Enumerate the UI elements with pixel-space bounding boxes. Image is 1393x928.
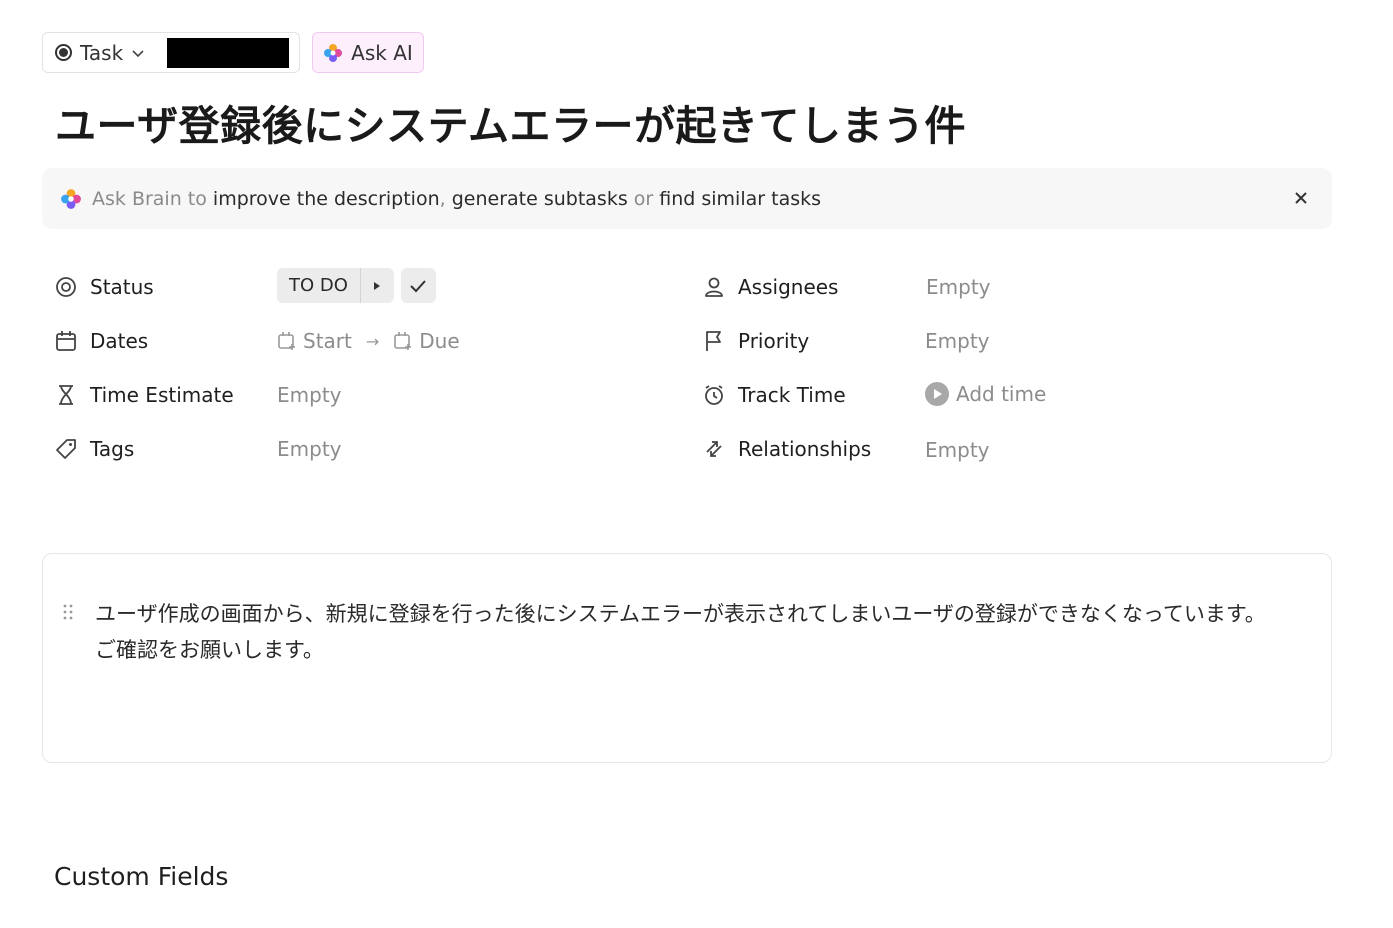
assignees-property: Assignees	[702, 267, 838, 307]
task-type-dropdown[interactable]: Task	[42, 32, 301, 73]
status-icon	[54, 275, 78, 299]
relationships-property: Relationships	[702, 429, 871, 469]
tags-value[interactable]: Empty	[277, 437, 342, 461]
close-banner-icon[interactable]	[1290, 187, 1312, 209]
banner-or: or	[633, 187, 654, 210]
redacted-task-id	[167, 37, 290, 68]
tags-property: Tags	[54, 429, 134, 469]
improve-description-link[interactable]: improve the description	[213, 188, 440, 210]
task-type-label: Task	[80, 40, 124, 65]
find-similar-tasks-link[interactable]: find similar tasks	[659, 188, 821, 210]
status-pill[interactable]: TO DO	[277, 268, 394, 303]
chevron-down-icon	[132, 49, 144, 57]
generate-subtasks-link[interactable]: generate subtasks	[452, 188, 628, 210]
play-icon	[925, 382, 949, 406]
status-text: TO DO	[277, 268, 361, 303]
relationships-value[interactable]: Empty	[925, 438, 990, 462]
flag-icon	[702, 329, 726, 353]
task-toolbar: Task Ask AI	[42, 32, 424, 73]
assignees-label: Assignees	[738, 275, 839, 299]
priority-value[interactable]: Empty	[925, 329, 990, 353]
description-text[interactable]: ユーザ作成の画面から、新規に登録を行った後にシステムエラーが表示されてしまいユー…	[95, 596, 1285, 668]
priority-property: Priority	[702, 321, 809, 361]
brain-sparkle-icon	[324, 43, 343, 62]
banner-separator: ,	[439, 187, 446, 210]
task-properties: Status TO DO Dates Start → Due Time Esti…	[54, 262, 1154, 482]
tags-label: Tags	[90, 437, 135, 461]
description-box[interactable]: ユーザ作成の画面から、新規に登録を行った後にシステムエラーが表示されてしまいユー…	[42, 553, 1332, 763]
next-status-icon[interactable]	[361, 268, 394, 303]
due-date[interactable]: Due	[393, 329, 460, 353]
priority-label: Priority	[738, 329, 810, 353]
stopwatch-icon	[702, 383, 726, 407]
status-value: TO DO	[277, 268, 436, 303]
custom-fields-heading: Custom Fields	[54, 862, 229, 891]
arrow-right-icon: →	[365, 331, 380, 351]
time-estimate-value[interactable]: Empty	[277, 383, 342, 407]
calendar-icon	[54, 329, 78, 353]
dates-value: Start → Due	[277, 329, 460, 353]
time-estimate-property: Time Estimate	[54, 375, 234, 415]
assignees-value[interactable]: Empty	[926, 275, 991, 299]
hourglass-icon	[54, 383, 78, 407]
calendar-add-icon	[278, 332, 295, 350]
brain-sparkle-icon	[61, 188, 81, 209]
add-time-button[interactable]: Add time	[925, 382, 1046, 406]
dates-label: Dates	[90, 329, 149, 353]
ask-brain-text: Ask Brain to improve the description, ge…	[92, 188, 821, 210]
tag-icon	[54, 437, 78, 461]
time-estimate-label: Time Estimate	[90, 383, 234, 407]
ask-brain-prefix: Ask Brain to	[92, 187, 207, 210]
ask-brain-banner: Ask Brain to improve the description, ge…	[42, 168, 1332, 229]
status-label: Status	[90, 275, 154, 299]
status-property: Status	[54, 267, 154, 307]
relationships-icon	[702, 437, 726, 461]
start-date[interactable]: Start	[277, 329, 352, 353]
complete-check-button[interactable]	[400, 268, 436, 303]
check-icon	[410, 279, 427, 292]
user-icon	[702, 275, 726, 299]
add-time-label: Add time	[956, 382, 1047, 406]
task-title[interactable]: ユーザ登録後にシステムエラーが起きてしまう件	[55, 92, 966, 152]
ask-ai-label: Ask AI	[351, 40, 413, 65]
calendar-add-icon	[394, 332, 412, 350]
track-time-label: Track Time	[738, 383, 846, 407]
dates-property: Dates	[54, 321, 148, 361]
relationships-label: Relationships	[738, 437, 872, 461]
due-date-label: Due	[419, 329, 460, 353]
task-type-icon	[55, 44, 72, 61]
track-time-property: Track Time	[702, 375, 846, 415]
start-date-label: Start	[303, 329, 352, 353]
ask-ai-button[interactable]: Ask AI	[312, 32, 424, 73]
drag-handle-icon[interactable]	[63, 604, 73, 620]
